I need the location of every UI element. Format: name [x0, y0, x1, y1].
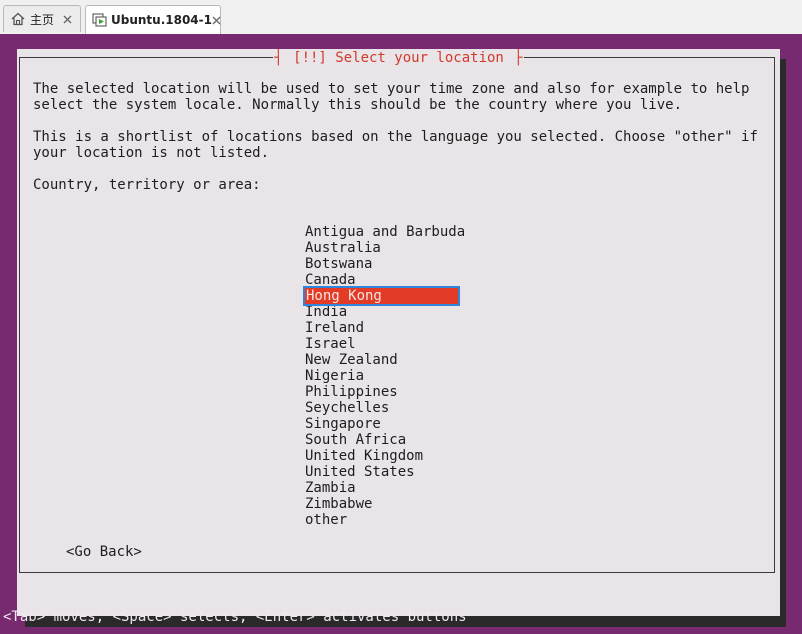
country-option[interactable]: South Africa — [305, 432, 465, 448]
home-icon — [10, 11, 26, 27]
tab-home-label: 主页 — [30, 12, 55, 27]
location-dialog: ┤ [!!] Select your location ├ The select… — [17, 49, 780, 616]
country-option[interactable]: Zambia — [305, 480, 465, 496]
country-option[interactable]: United Kingdom — [305, 448, 465, 464]
country-option[interactable]: United States — [305, 464, 465, 480]
country-option[interactable]: Israel — [305, 336, 465, 352]
status-line: <Tab> moves; <Space> selects; <Enter> ac… — [3, 609, 467, 625]
country-option[interactable]: Antigua and Barbuda — [305, 224, 465, 240]
country-option[interactable]: Botswana — [305, 256, 465, 272]
shortlist-line-1: This is a shortlist of locations based o… — [33, 129, 758, 145]
vm-console[interactable]: ┤ [!!] Select your location ├ The select… — [0, 34, 802, 634]
tab-vm[interactable]: Ubuntu.1804-1 — [85, 5, 221, 34]
country-option[interactable]: New Zealand — [305, 352, 465, 368]
close-icon[interactable] — [212, 13, 221, 27]
country-option[interactable]: Zimbabwe — [305, 496, 465, 512]
country-option[interactable]: Ireland — [305, 320, 465, 336]
dialog-title: ┤ [!!] Select your location ├ — [273, 50, 524, 66]
country-list[interactable]: Antigua and Barbuda Australia Botswana Cana… — [305, 224, 465, 528]
tab-vm-label: Ubuntu.1804-1 — [111, 13, 212, 27]
dialog-title-text: [!!] Select your location — [292, 50, 505, 66]
country-option[interactable]: Australia — [305, 240, 465, 256]
country-option[interactable]: Canada — [305, 272, 465, 288]
vm-icon — [92, 12, 107, 28]
description-line-1: The selected location will be used to se… — [33, 81, 750, 97]
country-option[interactable]: India — [305, 304, 465, 320]
go-back-button[interactable]: <Go Back> — [66, 544, 142, 560]
tab-bar: 主页 Ubuntu.1804-1 — [0, 0, 802, 35]
country-option[interactable]: other — [305, 512, 465, 528]
country-option[interactable]: Nigeria — [305, 368, 465, 384]
description-line-2: select the system locale. Normally this … — [33, 97, 683, 113]
tab-home[interactable]: 主页 — [3, 5, 81, 32]
close-icon[interactable] — [60, 12, 74, 26]
country-option[interactable]: Singapore — [305, 416, 465, 432]
country-option-selected[interactable]: Hong Kong — [305, 288, 458, 304]
prompt-label: Country, territory or area: — [33, 177, 261, 193]
country-option[interactable]: Philippines — [305, 384, 465, 400]
shortlist-line-2: your location is not listed. — [33, 145, 270, 161]
country-option[interactable]: Seychelles — [305, 400, 465, 416]
